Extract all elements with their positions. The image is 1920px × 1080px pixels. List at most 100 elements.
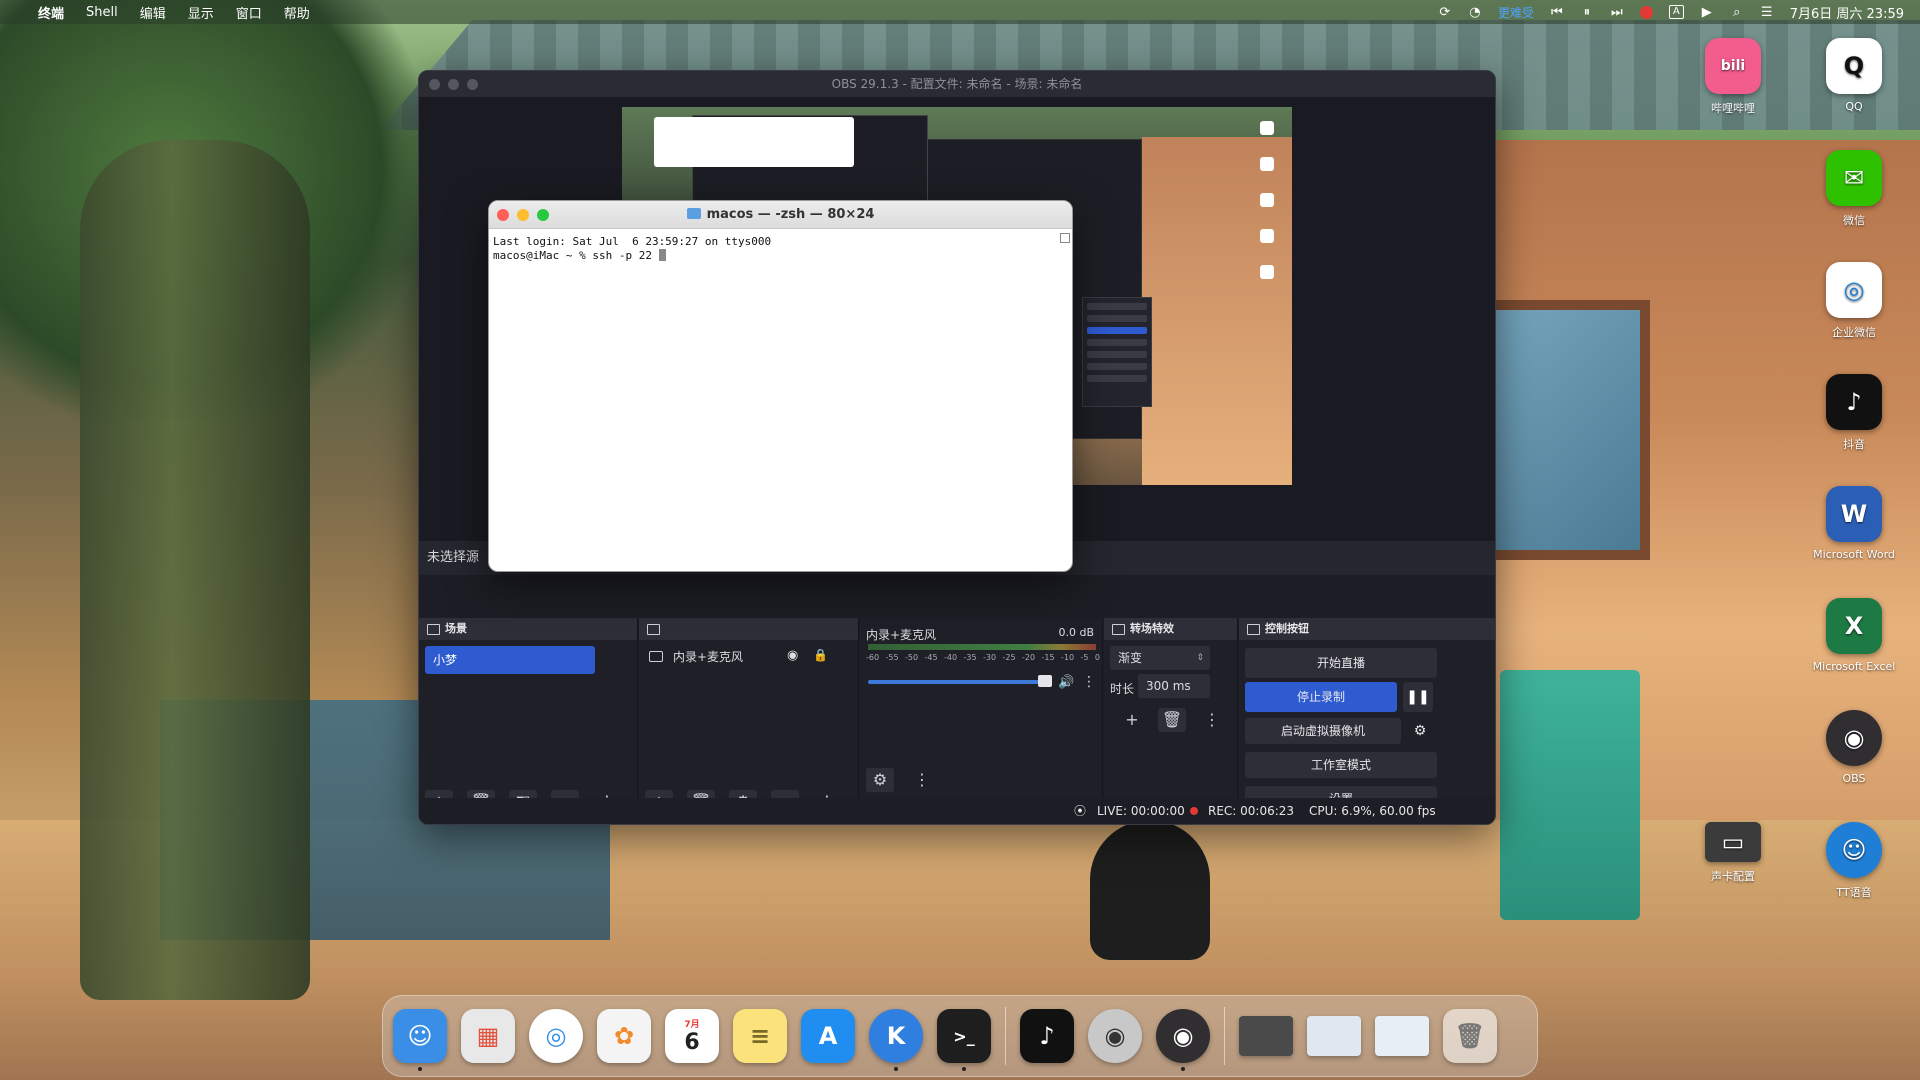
duration-value: 300 ms xyxy=(1146,679,1191,693)
app-store-icon[interactable]: A xyxy=(801,1009,855,1063)
obs-titlebar[interactable]: OBS 29.1.3 - 配置文件: 未命名 - 场景: 未命名 xyxy=(419,71,1495,97)
obs-minimize-button[interactable] xyxy=(448,79,459,90)
menu-view[interactable]: 显示 xyxy=(188,3,214,22)
terminal-content[interactable]: Last login: Sat Jul 6 23:59:27 on ttys00… xyxy=(489,229,1072,269)
dock-separator xyxy=(1224,1007,1225,1065)
desktop-icon-tt-voice[interactable]: ☺ TT语音 xyxy=(1809,822,1899,900)
terminal-prompt-line: macos@iMac ~ % ssh -p 22 xyxy=(493,249,659,262)
controls-panel: 控制按钮 开始直播 停止录制 ❚❚ 启动虚拟摄像机 ⚙ 工作室模式 设置 xyxy=(1239,618,1495,824)
terminal-scroll-indicator[interactable] xyxy=(1060,233,1070,243)
minimized-window-icon[interactable] xyxy=(1239,1016,1293,1056)
mixer-menu-icon[interactable]: ⋮ xyxy=(908,768,936,792)
source-item-label: 内录+麦克风 xyxy=(673,650,744,664)
menu-app-name[interactable]: 终端 xyxy=(38,3,64,22)
recording-indicator-icon[interactable] xyxy=(1639,5,1653,19)
terminal-close-button[interactable] xyxy=(497,209,509,221)
meter-tick: -40 xyxy=(944,653,958,662)
visibility-eye-icon[interactable]: ◉ xyxy=(787,648,798,663)
meter-tick: -10 xyxy=(1061,653,1075,662)
meter-tick: -45 xyxy=(924,653,938,662)
status-banner[interactable]: 更难受 xyxy=(1498,4,1534,21)
desktop-icon-soundcard[interactable]: ▭ 声卡配置 xyxy=(1688,822,1778,884)
obs-zoom-button[interactable] xyxy=(467,79,478,90)
desktop-icon-excel[interactable]: X Microsoft Excel xyxy=(1809,598,1899,673)
input-method-icon[interactable]: A xyxy=(1668,5,1684,19)
recording-dot-icon xyxy=(1190,807,1198,815)
pause-recording-icon[interactable]: ❚❚ xyxy=(1403,682,1433,712)
studio-mode-button[interactable]: 工作室模式 xyxy=(1245,752,1437,778)
launchpad-icon[interactable]: ▦ xyxy=(461,1009,515,1063)
next-track-icon[interactable]: ⏭ xyxy=(1610,5,1624,20)
control-center-icon[interactable]: ☰ xyxy=(1760,5,1774,20)
transitions-toolbar: + 🗑 ⋮ xyxy=(1118,708,1226,732)
terminal-title: macos — -zsh — 80×24 xyxy=(706,207,875,222)
k-app-icon[interactable]: K xyxy=(869,1009,923,1071)
play-circle-icon[interactable]: ▶ xyxy=(1700,5,1714,20)
meter-tick: -5 xyxy=(1080,653,1089,662)
duration-input[interactable]: 300 ms xyxy=(1138,674,1210,698)
pause-icon[interactable]: ⏸ xyxy=(1580,5,1594,20)
notes-icon[interactable]: ≡ xyxy=(733,1009,787,1063)
menu-shell[interactable]: Shell xyxy=(86,5,118,20)
desktop-icon-wecom[interactable]: ◎ 企业微信 xyxy=(1809,262,1899,340)
safari-icon[interactable]: ◎ xyxy=(529,1009,583,1063)
obs-status-bar: ⦿ LIVE: 00:00:00 REC: 00:06:23 CPU: 6.9%… xyxy=(419,798,1495,824)
desktop-icon-douyin[interactable]: ♪ 抖音 xyxy=(1809,374,1899,452)
speaker-icon[interactable]: 🔊 xyxy=(1058,675,1074,690)
audio-mixer-panel: 内录+麦克风 0.0 dB -60 -55 -50 -45 -40 -35 -3… xyxy=(860,618,1103,824)
meter-tick: -25 xyxy=(1002,653,1016,662)
terminal-zoom-button[interactable] xyxy=(537,209,549,221)
source-item[interactable]: 内录+麦克风 xyxy=(649,648,743,665)
desktop-icon-bilibili[interactable]: bili 哔哩哔哩 xyxy=(1688,38,1778,116)
terminal-titlebar[interactable]: macos — -zsh — 80×24 xyxy=(489,201,1072,229)
stop-recording-button[interactable]: 停止录制 xyxy=(1245,682,1397,712)
lock-icon[interactable]: 🔒 xyxy=(813,648,828,662)
virtual-camera-settings-gear-icon[interactable]: ⚙ xyxy=(1407,718,1433,744)
menu-window[interactable]: 窗口 xyxy=(236,3,262,22)
speed-icon[interactable]: ◔ xyxy=(1468,5,1482,20)
rec-timer: REC: 00:06:23 xyxy=(1208,804,1295,818)
tiktok-icon[interactable]: ♪ xyxy=(1020,1009,1074,1063)
obs-dock-icon[interactable]: ◉ xyxy=(1156,1009,1210,1071)
finder-icon[interactable]: ☺ xyxy=(393,1009,447,1071)
meter-tick-labels: -60 -55 -50 -45 -40 -35 -30 -25 -20 -15 … xyxy=(866,653,1100,662)
wecom-icon: ◎ xyxy=(1826,262,1882,318)
desktop-icon-qq[interactable]: Q QQ xyxy=(1809,38,1899,113)
remove-transition-icon[interactable]: 🗑 xyxy=(1158,708,1186,732)
volume-slider-track[interactable] xyxy=(868,680,1048,684)
advanced-audio-icon[interactable]: ⚙ xyxy=(866,768,894,792)
minimized-window-icon[interactable] xyxy=(1307,1016,1361,1056)
mixer-more-icon[interactable]: ⋮ xyxy=(1082,674,1096,690)
photos-icon[interactable]: ✿ xyxy=(597,1009,651,1063)
add-transition-icon[interactable]: + xyxy=(1118,708,1146,732)
terminal-icon[interactable]: >_ xyxy=(937,1009,991,1071)
menu-edit[interactable]: 编辑 xyxy=(140,3,166,22)
obs-close-button[interactable] xyxy=(429,79,440,90)
minimized-window-icon[interactable] xyxy=(1375,1016,1429,1056)
dvd-player-icon[interactable]: ◉ xyxy=(1088,1009,1142,1063)
obs-window-controls xyxy=(429,79,478,90)
desktop-icon-obs[interactable]: ◉ OBS xyxy=(1809,710,1899,785)
text-cursor xyxy=(658,249,666,261)
volume-slider-handle[interactable] xyxy=(1038,675,1052,687)
calendar-icon[interactable]: 7月 6 xyxy=(665,1009,719,1063)
qq-penguin-icon: Q xyxy=(1826,38,1882,94)
menu-datetime[interactable]: 7月6日 周六 23:59 xyxy=(1790,3,1904,22)
menu-help[interactable]: 帮助 xyxy=(284,3,310,22)
scene-item[interactable]: 小梦 xyxy=(425,646,595,674)
terminal-minimize-button[interactable] xyxy=(517,209,529,221)
sync-icon[interactable]: ⟳ xyxy=(1438,5,1452,20)
previous-track-icon[interactable]: ⏮ xyxy=(1550,5,1564,20)
stream-signal-icon: ⦿ xyxy=(1074,804,1087,818)
spotlight-search-icon[interactable]: ⌕ xyxy=(1730,5,1744,20)
transition-type-select[interactable]: 渐变 ⇕ xyxy=(1110,646,1210,670)
calendar-day: 6 xyxy=(684,1030,700,1055)
dock: ☺ ▦ ◎ ✿ 7月 6 ≡ A K >_ ♪ ◉ ◉ 🗑 xyxy=(382,995,1538,1077)
start-virtual-camera-button[interactable]: 启动虚拟摄像机 xyxy=(1245,718,1401,744)
trash-icon[interactable]: 🗑 xyxy=(1443,1009,1497,1063)
desktop-icon-wechat[interactable]: ✉ 微信 xyxy=(1809,150,1899,228)
transition-more-icon[interactable]: ⋮ xyxy=(1198,708,1226,732)
desktop-icon-word[interactable]: W Microsoft Word xyxy=(1809,486,1899,561)
desktop-icon-label: 企业微信 xyxy=(1832,326,1876,339)
start-streaming-button[interactable]: 开始直播 xyxy=(1245,648,1437,678)
